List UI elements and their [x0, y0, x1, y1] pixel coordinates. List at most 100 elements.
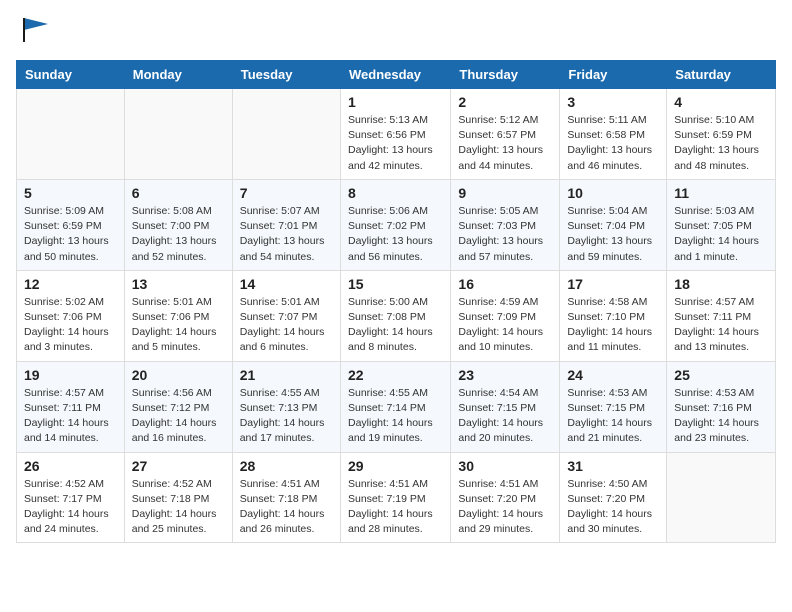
calendar-cell: 28 Sunrise: 4:51 AMSunset: 7:18 PMDayligh…: [232, 452, 340, 543]
calendar-week-5: 26 Sunrise: 4:52 AMSunset: 7:17 PMDayligh…: [17, 452, 776, 543]
logo-flag-icon: [20, 16, 52, 44]
day-number: 12: [24, 276, 117, 292]
calendar-week-3: 12Sunrise: 5:02 AMSunset: 7:06 PMDayligh…: [17, 270, 776, 361]
day-info: Sunrise: 5:01 AMSunset: 7:06 PMDaylight:…: [132, 295, 225, 356]
weekday-header-sunday: Sunday: [17, 61, 125, 89]
calendar-cell: 25 Sunrise: 4:53 AMSunset: 7:16 PMDayligh…: [667, 361, 776, 452]
day-number: 10: [567, 185, 659, 201]
day-info: Sunrise: 4:56 AMSunset: 7:12 PMDaylight:…: [132, 386, 225, 447]
day-info: Sunrise: 5:03 AMSunset: 7:05 PMDaylight:…: [674, 204, 768, 265]
calendar-cell: 1Sunrise: 5:13 AMSunset: 6:56 PMDaylight…: [340, 89, 450, 180]
calendar-cell: 13 Sunrise: 5:01 AMSunset: 7:06 PMDayligh…: [124, 270, 232, 361]
day-number: 17: [567, 276, 659, 292]
calendar-cell: 16 Sunrise: 4:59 AMSunset: 7:09 PMDayligh…: [451, 270, 560, 361]
day-number: 3: [567, 94, 659, 110]
calendar-cell: 14 Sunrise: 5:01 AMSunset: 7:07 PMDayligh…: [232, 270, 340, 361]
calendar-cell: 6Sunrise: 5:08 AMSunset: 7:00 PMDaylight…: [124, 179, 232, 270]
day-number: 21: [240, 367, 333, 383]
day-number: 14: [240, 276, 333, 292]
calendar-cell: 11 Sunrise: 5:03 AMSunset: 7:05 PMDayligh…: [667, 179, 776, 270]
day-info: Sunrise: 4:52 AMSunset: 7:17 PMDaylight:…: [24, 477, 117, 538]
day-number: 1: [348, 94, 443, 110]
day-number: 28: [240, 458, 333, 474]
calendar-cell: 8 Sunrise: 5:06 AMSunset: 7:02 PMDaylight…: [340, 179, 450, 270]
day-info: Sunrise: 4:53 AMSunset: 7:16 PMDaylight:…: [674, 386, 768, 447]
logo: [16, 16, 52, 44]
day-info: Sunrise: 5:01 AMSunset: 7:07 PMDaylight:…: [240, 295, 333, 356]
day-info: Sunrise: 5:10 AMSunset: 6:59 PMDaylight:…: [674, 113, 768, 174]
calendar-cell: 22 Sunrise: 4:55 AMSunset: 7:14 PMDayligh…: [340, 361, 450, 452]
day-number: 2: [458, 94, 552, 110]
calendar-cell: 9 Sunrise: 5:05 AMSunset: 7:03 PMDaylight…: [451, 179, 560, 270]
calendar-cell: 2 Sunrise: 5:12 AMSunset: 6:57 PMDaylight…: [451, 89, 560, 180]
day-info: Sunrise: 4:55 AMSunset: 7:13 PMDaylight:…: [240, 386, 333, 447]
day-number: 16: [458, 276, 552, 292]
calendar-cell: 17 Sunrise: 4:58 AMSunset: 7:10 PMDayligh…: [560, 270, 667, 361]
day-number: 30: [458, 458, 552, 474]
day-number: 8: [348, 185, 443, 201]
calendar-cell: 10 Sunrise: 5:04 AMSunset: 7:04 PMDayligh…: [560, 179, 667, 270]
day-info: Sunrise: 4:53 AMSunset: 7:15 PMDaylight:…: [567, 386, 659, 447]
day-info: Sunrise: 4:57 AMSunset: 7:11 PMDaylight:…: [24, 386, 117, 447]
day-info: Sunrise: 5:06 AMSunset: 7:02 PMDaylight:…: [348, 204, 443, 265]
day-info: Sunrise: 5:04 AMSunset: 7:04 PMDaylight:…: [567, 204, 659, 265]
day-info: Sunrise: 4:55 AMSunset: 7:14 PMDaylight:…: [348, 386, 443, 447]
calendar-cell: 29 Sunrise: 4:51 AMSunset: 7:19 PMDayligh…: [340, 452, 450, 543]
day-number: 27: [132, 458, 225, 474]
day-info: Sunrise: 4:50 AMSunset: 7:20 PMDaylight:…: [567, 477, 659, 538]
calendar-cell: 7 Sunrise: 5:07 AMSunset: 7:01 PMDaylight…: [232, 179, 340, 270]
calendar-cell: 23Sunrise: 4:54 AMSunset: 7:15 PMDayligh…: [451, 361, 560, 452]
day-number: 4: [674, 94, 768, 110]
day-info: Sunrise: 4:58 AMSunset: 7:10 PMDaylight:…: [567, 295, 659, 356]
calendar-week-1: 1Sunrise: 5:13 AMSunset: 6:56 PMDaylight…: [17, 89, 776, 180]
day-number: 7: [240, 185, 333, 201]
day-info: Sunrise: 4:59 AMSunset: 7:09 PMDaylight:…: [458, 295, 552, 356]
day-info: Sunrise: 5:12 AMSunset: 6:57 PMDaylight:…: [458, 113, 552, 174]
calendar-cell: 24 Sunrise: 4:53 AMSunset: 7:15 PMDayligh…: [560, 361, 667, 452]
calendar-cell: 20Sunrise: 4:56 AMSunset: 7:12 PMDayligh…: [124, 361, 232, 452]
calendar-week-2: 5 Sunrise: 5:09 AMSunset: 6:59 PMDaylight…: [17, 179, 776, 270]
day-info: Sunrise: 5:05 AMSunset: 7:03 PMDaylight:…: [458, 204, 552, 265]
day-number: 19: [24, 367, 117, 383]
day-number: 31: [567, 458, 659, 474]
calendar-cell: 27 Sunrise: 4:52 AMSunset: 7:18 PMDayligh…: [124, 452, 232, 543]
weekday-header-wednesday: Wednesday: [340, 61, 450, 89]
day-number: 9: [458, 185, 552, 201]
calendar-cell: 19 Sunrise: 4:57 AMSunset: 7:11 PMDayligh…: [17, 361, 125, 452]
day-number: 15: [348, 276, 443, 292]
calendar-cell: 12Sunrise: 5:02 AMSunset: 7:06 PMDayligh…: [17, 270, 125, 361]
day-info: Sunrise: 5:00 AMSunset: 7:08 PMDaylight:…: [348, 295, 443, 356]
calendar-cell: [667, 452, 776, 543]
calendar-cell: [124, 89, 232, 180]
weekday-header-tuesday: Tuesday: [232, 61, 340, 89]
day-number: 18: [674, 276, 768, 292]
calendar-cell: 30 Sunrise: 4:51 AMSunset: 7:20 PMDayligh…: [451, 452, 560, 543]
day-info: Sunrise: 4:57 AMSunset: 7:11 PMDaylight:…: [674, 295, 768, 356]
calendar-cell: 4 Sunrise: 5:10 AMSunset: 6:59 PMDaylight…: [667, 89, 776, 180]
day-number: 5: [24, 185, 117, 201]
day-number: 13: [132, 276, 225, 292]
calendar-cell: 15 Sunrise: 5:00 AMSunset: 7:08 PMDayligh…: [340, 270, 450, 361]
calendar-cell: 31 Sunrise: 4:50 AMSunset: 7:20 PMDayligh…: [560, 452, 667, 543]
day-info: Sunrise: 5:07 AMSunset: 7:01 PMDaylight:…: [240, 204, 333, 265]
day-number: 29: [348, 458, 443, 474]
day-info: Sunrise: 4:51 AMSunset: 7:20 PMDaylight:…: [458, 477, 552, 538]
calendar-cell: 18 Sunrise: 4:57 AMSunset: 7:11 PMDayligh…: [667, 270, 776, 361]
weekday-header-thursday: Thursday: [451, 61, 560, 89]
day-info: Sunrise: 5:11 AMSunset: 6:58 PMDaylight:…: [567, 113, 659, 174]
day-number: 22: [348, 367, 443, 383]
calendar-cell: 3 Sunrise: 5:11 AMSunset: 6:58 PMDaylight…: [560, 89, 667, 180]
day-info: Sunrise: 4:52 AMSunset: 7:18 PMDaylight:…: [132, 477, 225, 538]
day-info: Sunrise: 4:51 AMSunset: 7:19 PMDaylight:…: [348, 477, 443, 538]
day-info: Sunrise: 4:51 AMSunset: 7:18 PMDaylight:…: [240, 477, 333, 538]
day-info: Sunrise: 5:09 AMSunset: 6:59 PMDaylight:…: [24, 204, 117, 265]
day-number: 25: [674, 367, 768, 383]
day-number: 11: [674, 185, 768, 201]
day-number: 24: [567, 367, 659, 383]
page-header: [16, 16, 776, 44]
day-number: 26: [24, 458, 117, 474]
day-info: Sunrise: 4:54 AMSunset: 7:15 PMDaylight:…: [458, 386, 552, 447]
weekday-header-saturday: Saturday: [667, 61, 776, 89]
day-info: Sunrise: 5:08 AMSunset: 7:00 PMDaylight:…: [132, 204, 225, 265]
weekday-header-row: SundayMondayTuesdayWednesdayThursdayFrid…: [17, 61, 776, 89]
